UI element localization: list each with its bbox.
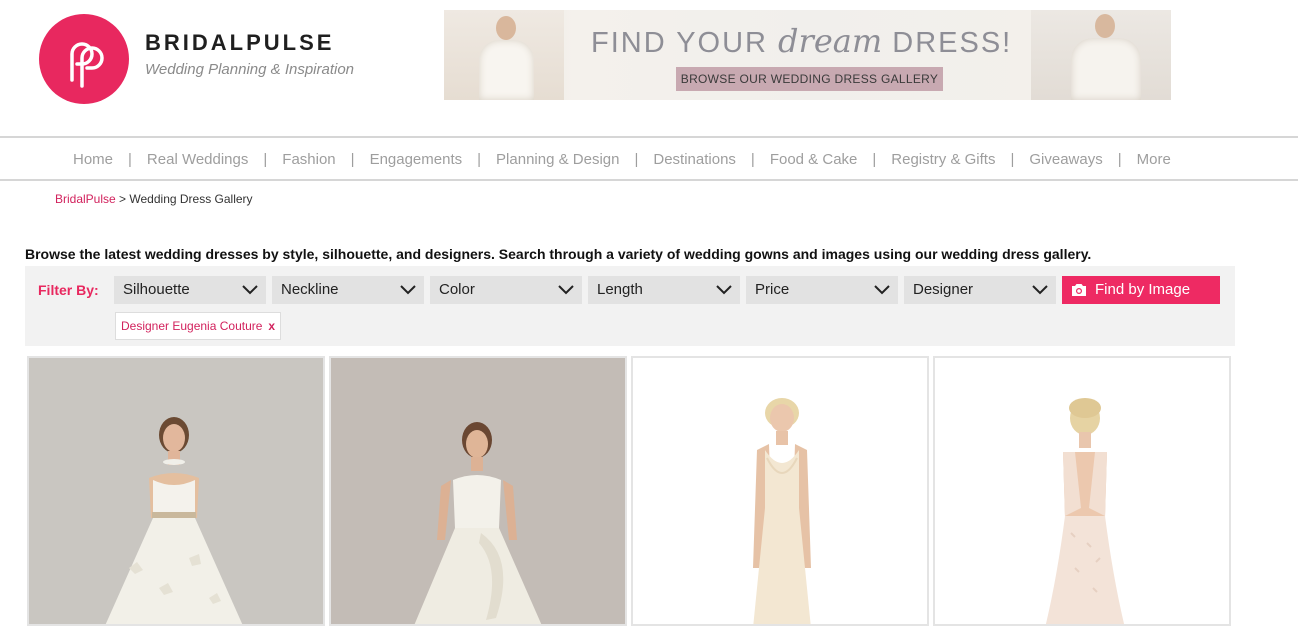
dress-card[interactable] (27, 356, 325, 626)
banner-headline: FIND YOUR dream DRESS! (591, 22, 1012, 60)
active-filter-tag-label: Designer Eugenia Couture (121, 319, 263, 333)
breadcrumb: BridalPulse > Wedding Dress Gallery (55, 192, 253, 206)
designer-select[interactable]: Designer (904, 276, 1056, 304)
find-by-image-label: Find by Image (1095, 281, 1191, 298)
color-select-label: Color (439, 281, 475, 298)
chevron-down-icon (558, 285, 574, 295)
neckline-select[interactable]: Neckline (272, 276, 424, 304)
price-select-label: Price (755, 281, 790, 298)
nav-separator: | (750, 151, 755, 168)
silhouette-select[interactable]: Silhouette (114, 276, 266, 304)
nav-separator: | (350, 151, 355, 168)
chevron-down-icon (874, 285, 890, 295)
neckline-select-label: Neckline (281, 281, 339, 298)
dress-photo-lace-sheath[interactable] (633, 358, 927, 624)
dress-card[interactable] (329, 356, 627, 626)
brand-name[interactable]: BRIDALPULSE (145, 30, 334, 56)
nav-item-real-weddings[interactable]: Real Weddings (147, 151, 248, 168)
nav-separator: | (1117, 151, 1122, 168)
nav-item-planning-design[interactable]: Planning & Design (496, 151, 619, 168)
banner-headline-suffix: DRESS! (882, 27, 1013, 59)
browse-gallery-button[interactable]: BROWSE OUR WEDDING DRESS GALLERY (676, 67, 943, 91)
banner-headline-script: dream (778, 22, 883, 60)
nav-separator: | (1010, 151, 1015, 168)
gallery-intro-text: Browse the latest wedding dresses by sty… (25, 246, 1092, 262)
nav-item-giveaways[interactable]: Giveaways (1029, 151, 1102, 168)
nav-item-food-cake[interactable]: Food & Cake (770, 151, 858, 168)
logo-mark-icon (70, 42, 104, 88)
filter-panel: Filter By: Silhouette Neckline Color Len… (25, 266, 1235, 346)
filter-by-label: Filter By: (38, 282, 99, 298)
nav-separator: | (128, 151, 132, 168)
find-by-image-button[interactable]: Find by Image (1062, 276, 1220, 304)
banner-headline-prefix: FIND YOUR (591, 27, 779, 59)
dress-card[interactable] (631, 356, 929, 626)
breadcrumb-current: Wedding Dress Gallery (129, 192, 253, 206)
nav-item-destinations[interactable]: Destinations (653, 151, 736, 168)
nav-separator: | (872, 151, 877, 168)
banner-model-photo-left (444, 10, 564, 100)
nav-item-home[interactable]: Home (73, 151, 113, 168)
dress-photo-satin-ballgown[interactable] (331, 358, 625, 624)
length-select-label: Length (597, 281, 643, 298)
camera-icon (1072, 284, 1086, 296)
price-select[interactable]: Price (746, 276, 898, 304)
dress-card[interactable] (933, 356, 1231, 626)
nav-separator: | (263, 151, 268, 168)
breadcrumb-separator: > (115, 192, 130, 206)
nav-separator: | (634, 151, 639, 168)
dress-photo-strapless-ballgown[interactable] (29, 358, 323, 624)
main-nav: Home | Real Weddings | Fashion | Engagem… (0, 136, 1298, 181)
breadcrumb-home-link[interactable]: BridalPulse (55, 192, 116, 206)
nav-separator: | (477, 151, 482, 168)
color-select[interactable]: Color (430, 276, 582, 304)
brand-tagline: Wedding Planning & Inspiration (145, 61, 355, 78)
dress-gallery (27, 356, 1233, 626)
remove-filter-button[interactable]: x (268, 319, 275, 333)
nav-item-engagements[interactable]: Engagements (370, 151, 463, 168)
active-filter-tag: Designer Eugenia Couture x (115, 312, 282, 340)
designer-select-label: Designer (913, 281, 974, 298)
bridalpulse-logo[interactable] (39, 14, 129, 104)
site-header: BRIDALPULSE Wedding Planning & Inspirati… (0, 0, 1298, 136)
dream-dress-banner[interactable]: FIND YOUR dream DRESS! BROWSE OUR WEDDIN… (444, 10, 1171, 100)
nav-item-fashion[interactable]: Fashion (282, 151, 335, 168)
chevron-down-icon (400, 285, 416, 295)
chevron-down-icon (1032, 285, 1048, 295)
chevron-down-icon (242, 285, 258, 295)
silhouette-select-label: Silhouette (123, 281, 190, 298)
length-select[interactable]: Length (588, 276, 740, 304)
nav-item-more[interactable]: More (1137, 151, 1171, 168)
chevron-down-icon (716, 285, 732, 295)
dress-photo-lace-backless[interactable] (935, 358, 1229, 624)
nav-items: Home | Real Weddings | Fashion | Engagem… (73, 151, 1171, 168)
banner-model-photo-right (1031, 10, 1171, 100)
nav-item-registry-gifts[interactable]: Registry & Gifts (891, 151, 995, 168)
